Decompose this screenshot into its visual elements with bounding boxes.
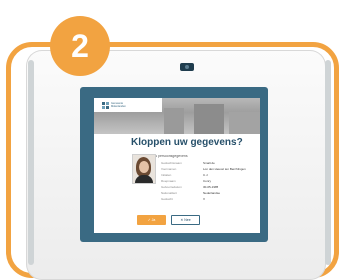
detail-value: Lon den Heuvel ten Berchlingen: [203, 167, 246, 171]
logo-area: Gemeente Molenlanden: [94, 98, 162, 112]
detail-label: Geboortedatum: [161, 185, 182, 189]
confirm-yes-button[interactable]: ✓ Ja: [137, 215, 166, 225]
detail-label: Voornamen: [161, 167, 177, 171]
page-title: Kloppen uw gegevens?: [131, 137, 243, 148]
detail-value: Conry: [203, 179, 212, 183]
detail-label: Nationaliteit: [161, 191, 177, 195]
detail-row: Geslacht V: [161, 196, 256, 202]
kiosk-screen: Gemeente Molenlanden Kloppen uw gegevens…: [94, 98, 260, 233]
detail-label: Geslachtsnaam: [161, 161, 182, 165]
kiosk-edge-left: [28, 60, 34, 265]
building-shape: [194, 104, 224, 134]
camera-icon: [180, 63, 194, 71]
building-shape: [164, 108, 184, 134]
detail-label: Geslacht: [161, 197, 173, 201]
detail-value: V: [203, 197, 206, 201]
logo-text: Gemeente Molenlanden: [111, 102, 126, 108]
confirm-no-button[interactable]: ✕ Nee: [171, 215, 200, 225]
section-subtitle: Uw persoonsgegevens: [152, 154, 188, 158]
detail-value: 30-05-1985: [203, 185, 219, 189]
header-image: Gemeente Molenlanden: [94, 98, 260, 134]
detail-label: Initialen: [161, 173, 172, 177]
building-shape: [229, 112, 260, 134]
step-badge: 2: [50, 16, 110, 76]
detail-value: Nederlandse: [203, 191, 221, 195]
kiosk-edge-right: [325, 60, 331, 265]
detail-value: Smalt de: [203, 161, 215, 165]
logo-line: Molenlanden: [111, 105, 126, 108]
logo-icon: [102, 102, 109, 109]
details-list: Geslachtsnaam Smalt de Voornamen Lon den…: [161, 160, 256, 202]
passport-photo: [132, 154, 156, 184]
detail-label: Roepnaam: [161, 179, 176, 183]
detail-value: C.J.: [203, 173, 209, 177]
